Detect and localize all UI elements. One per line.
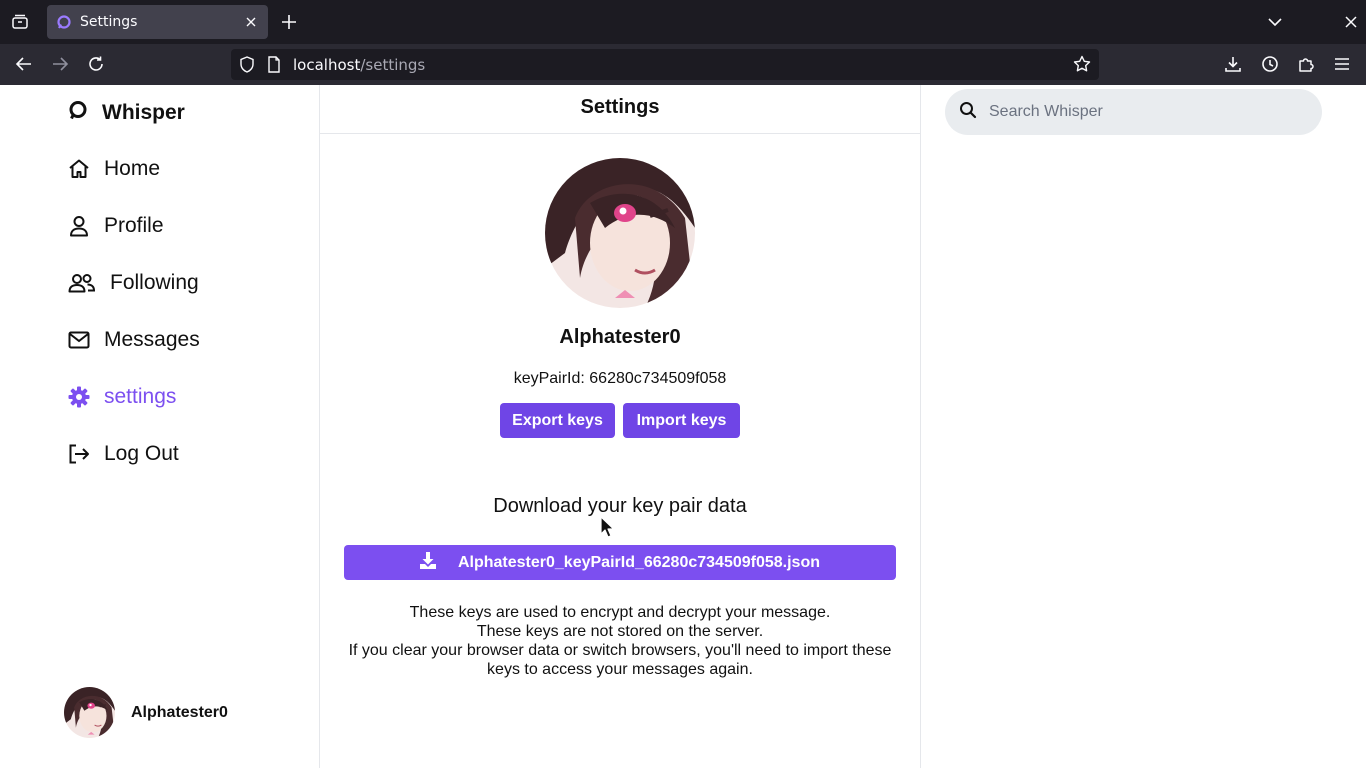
gear-icon [68, 386, 90, 408]
main-header: Settings [320, 85, 920, 134]
download-icon [419, 551, 436, 574]
sidebar-item-profile[interactable]: Profile [68, 214, 164, 238]
back-icon[interactable] [14, 54, 34, 74]
profile-avatar [545, 158, 695, 308]
extensions-icon[interactable] [1296, 54, 1316, 74]
info-line: These keys are used to encrypt and decry… [409, 604, 831, 621]
current-user-card[interactable]: Alphatester0 [64, 687, 228, 738]
sidebar-item-label: Messages [104, 328, 200, 351]
keys-info-text: These keys are used to encrypt and decry… [340, 603, 900, 679]
mail-icon [68, 329, 90, 351]
reload-icon[interactable] [86, 54, 106, 74]
keypair-id: keyPairId: 66280c734509f058 [513, 370, 727, 387]
users-icon [68, 272, 96, 294]
search-box[interactable] [945, 89, 1322, 135]
menu-icon[interactable] [1332, 54, 1352, 74]
close-tab-icon[interactable] [243, 14, 259, 30]
user-icon [68, 215, 90, 237]
right-column [921, 85, 1366, 768]
page-title: Settings [580, 96, 660, 118]
bookmark-star-icon[interactable] [1073, 55, 1091, 78]
sidebar-item-label: settings [104, 385, 177, 408]
whisper-logo-icon [68, 100, 88, 125]
url-bar[interactable]: localhost/settings [231, 49, 1099, 80]
info-line: If you clear your browser data or switch… [348, 642, 892, 678]
sidebar-item-logout[interactable]: Log Out [68, 442, 179, 466]
sidebar-item-label: Profile [104, 214, 164, 237]
display-name: Alphatester0 [559, 326, 681, 348]
page-content: Whisper Home Profile Following Messages [0, 85, 1366, 768]
whisper-favicon-icon [57, 15, 71, 29]
page-info-icon[interactable] [267, 56, 281, 78]
sidebar-item-label: Home [104, 157, 161, 180]
sidebar-item-settings[interactable]: settings [68, 385, 176, 409]
chevron-down-icon[interactable] [1266, 13, 1284, 31]
forward-icon[interactable] [50, 54, 70, 74]
close-window-icon[interactable] [1342, 13, 1360, 31]
download-keys-link[interactable]: Alphatester0_keyPairId_66280c734509f058.… [344, 545, 896, 580]
url-path: /settings [360, 56, 426, 74]
shield-icon[interactable] [239, 56, 255, 78]
brand-name: Whisper [102, 100, 185, 124]
home-icon [68, 158, 90, 180]
download-file-name: Alphatester0_keyPairId_66280c734509f058.… [457, 553, 820, 571]
current-user-name: Alphatester0 [131, 703, 228, 721]
tab-list-icon[interactable] [10, 12, 30, 32]
main-column: Settings Alphatester0 keyPairId: 66280c7… [320, 85, 921, 768]
logout-icon [68, 443, 90, 465]
search-input[interactable] [989, 103, 1309, 121]
sidebar-item-following[interactable]: Following [68, 271, 199, 295]
tab-title: Settings [80, 14, 138, 30]
sidebar-item-messages[interactable]: Messages [68, 328, 200, 352]
history-icon[interactable] [1260, 54, 1280, 74]
url-text[interactable]: localhost/settings [293, 56, 425, 74]
info-line: These keys are not stored on the server. [476, 623, 764, 640]
mouse-cursor-icon [600, 516, 615, 538]
sidebar-item-label: Log Out [104, 442, 179, 465]
url-host: localhost [293, 56, 361, 74]
avatar [64, 687, 115, 738]
sidebar: Whisper Home Profile Following Messages [0, 85, 320, 768]
export-keys-button[interactable]: Export keys [500, 403, 615, 438]
browser-tab-settings[interactable]: Settings [47, 5, 268, 39]
brand[interactable]: Whisper [68, 100, 185, 125]
import-keys-button[interactable]: Import keys [623, 403, 740, 438]
download-heading: Download your key pair data [493, 495, 747, 517]
sidebar-item-home[interactable]: Home [68, 157, 160, 181]
browser-nav-bar: localhost/settings [0, 44, 1366, 85]
sidebar-item-label: Following [110, 271, 199, 294]
downloads-icon[interactable] [1223, 54, 1243, 74]
new-tab-icon[interactable] [280, 13, 298, 31]
search-icon [959, 101, 977, 124]
browser-tab-bar: Settings [0, 0, 1366, 44]
